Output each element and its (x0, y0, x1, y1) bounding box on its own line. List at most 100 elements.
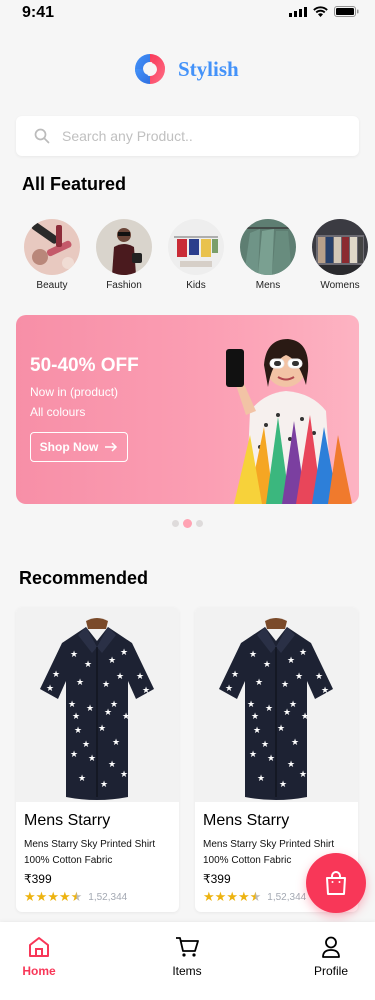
svg-text:★: ★ (287, 760, 295, 770)
mens-image (240, 219, 296, 275)
svg-text:★: ★ (301, 712, 309, 722)
product-description: Mens Starry Sky Printed Shirt 100% Cotto… (24, 837, 179, 869)
product-image: ★ ★ ★ ★ ★ ★ ★ ★ ★ ★ ★ ★ ★ ★ ★ ★ ★ ★ ★ ★ ★ ★ ★ ★ ★ ★ ★ (16, 607, 179, 802)
svg-text:★: ★ (267, 754, 275, 764)
svg-text:★: ★ (100, 780, 108, 790)
svg-text:★: ★ (116, 672, 124, 682)
nav-label: Home (22, 964, 56, 978)
shop-now-button[interactable]: Shop Now (30, 432, 128, 462)
fashion-image (96, 219, 152, 275)
svg-text:★: ★ (257, 774, 265, 784)
product-rating: ★★★★★ 1,52,344 (24, 890, 127, 904)
svg-text:★: ★ (104, 708, 112, 718)
womens-image (312, 219, 368, 275)
svg-text:★: ★ (120, 648, 128, 658)
svg-text:★: ★ (52, 670, 60, 680)
shopping-bag-icon (326, 871, 346, 895)
category-label: Womens (320, 280, 360, 291)
signal-icon (289, 6, 307, 17)
battery-icon (334, 6, 359, 17)
featured-heading: All Featured (22, 174, 127, 194)
svg-text:★: ★ (108, 656, 116, 666)
svg-text:★: ★ (88, 754, 96, 764)
nav-home[interactable]: Home (4, 936, 74, 978)
carousel-dot-active[interactable] (183, 519, 192, 528)
shop-now-label: Shop Now (39, 440, 99, 454)
banner-model-image (226, 339, 352, 504)
promo-banner[interactable]: 50-40% OFF Now in (product) All colours … (16, 315, 359, 504)
bottom-nav: Home Items Profile (0, 922, 375, 1000)
category-beauty[interactable]: Beauty (23, 219, 81, 291)
svg-text:★: ★ (102, 680, 110, 690)
banner-title: 50-40% OFF (30, 355, 139, 376)
user-icon (322, 936, 340, 958)
category-kids[interactable]: Kids (167, 219, 225, 291)
svg-text:★: ★ (46, 684, 54, 694)
banner-subtitle: All colours (30, 405, 86, 419)
svg-text:★: ★ (76, 678, 84, 688)
product-title: Mens Starry (24, 812, 111, 829)
star-icon: ★ (35, 889, 48, 904)
svg-text:★: ★ (279, 780, 287, 790)
product-rating: ★★★★★ 1,52,344 (203, 890, 306, 904)
nav-label: Profile (313, 964, 348, 978)
svg-text:★: ★ (295, 672, 303, 682)
search-bar[interactable] (16, 116, 359, 156)
svg-text:★: ★ (68, 700, 76, 710)
category-label: Kids (186, 280, 206, 291)
svg-text:★: ★ (98, 724, 106, 734)
product-desc-line: Mens Starry Sky Printed Shirt (24, 839, 156, 850)
category-womens[interactable]: Womens (311, 219, 369, 291)
bag-fab-button[interactable] (306, 853, 366, 913)
wifi-icon (313, 6, 328, 17)
product-card[interactable]: ★ ★ ★ ★ ★ ★ ★ ★ ★ ★ ★ ★ ★ ★ ★ ★ ★ ★ ★ ★ ★ ★ ★ ★ ★ ★ ★ Mens Starry … (16, 607, 179, 912)
svg-text:★: ★ (287, 656, 295, 666)
svg-text:★: ★ (315, 672, 323, 682)
svg-text:★: ★ (265, 704, 273, 714)
svg-text:★: ★ (291, 738, 299, 748)
svg-text:★: ★ (277, 724, 285, 734)
svg-text:★: ★ (78, 774, 86, 784)
star-icon: ★ (58, 889, 71, 904)
nav-profile[interactable]: Profile (296, 936, 366, 978)
svg-text:★: ★ (112, 738, 120, 748)
carousel-dot[interactable] (172, 520, 179, 527)
product-price: ₹399 (24, 872, 52, 886)
category-fashion[interactable]: Fashion (95, 219, 153, 291)
nav-items[interactable]: Items (152, 936, 222, 978)
status-time: 9:41 (22, 4, 55, 21)
review-count: 1,52,344 (88, 891, 128, 903)
cart-icon (176, 937, 199, 957)
status-icons (289, 6, 359, 17)
svg-text:★: ★ (120, 770, 128, 780)
star-icon: ★ (226, 889, 238, 904)
star-icon: ★ (203, 889, 215, 904)
category-label: Fashion (106, 280, 142, 291)
svg-text:★: ★ (108, 760, 116, 770)
svg-text:★: ★ (70, 650, 78, 660)
svg-text:★: ★ (247, 700, 255, 710)
home-icon (29, 937, 49, 957)
search-icon (34, 128, 50, 144)
svg-text:★: ★ (299, 770, 307, 780)
svg-text:★: ★ (249, 750, 257, 760)
search-input[interactable] (60, 127, 344, 145)
category-mens[interactable]: Mens (239, 219, 297, 291)
svg-text:★: ★ (136, 672, 144, 682)
star-icon: ★ (237, 889, 250, 904)
svg-text:★: ★ (70, 750, 78, 760)
svg-text:★: ★ (253, 726, 261, 736)
svg-text:★: ★ (225, 684, 233, 694)
star-icon: ★ (24, 889, 36, 904)
carousel-dot[interactable] (196, 520, 203, 527)
logo-icon (135, 54, 165, 84)
nav-label: Items (172, 964, 202, 978)
product-title: Mens Starry (203, 812, 290, 829)
svg-text:★: ★ (255, 678, 263, 688)
app-logo: Stylish (130, 52, 239, 86)
svg-text:★: ★ (321, 686, 329, 696)
star-icon: ★ (47, 889, 59, 904)
svg-text:★: ★ (263, 660, 271, 670)
svg-text:★: ★ (299, 648, 307, 658)
recommended-heading: Recommended (19, 568, 149, 588)
